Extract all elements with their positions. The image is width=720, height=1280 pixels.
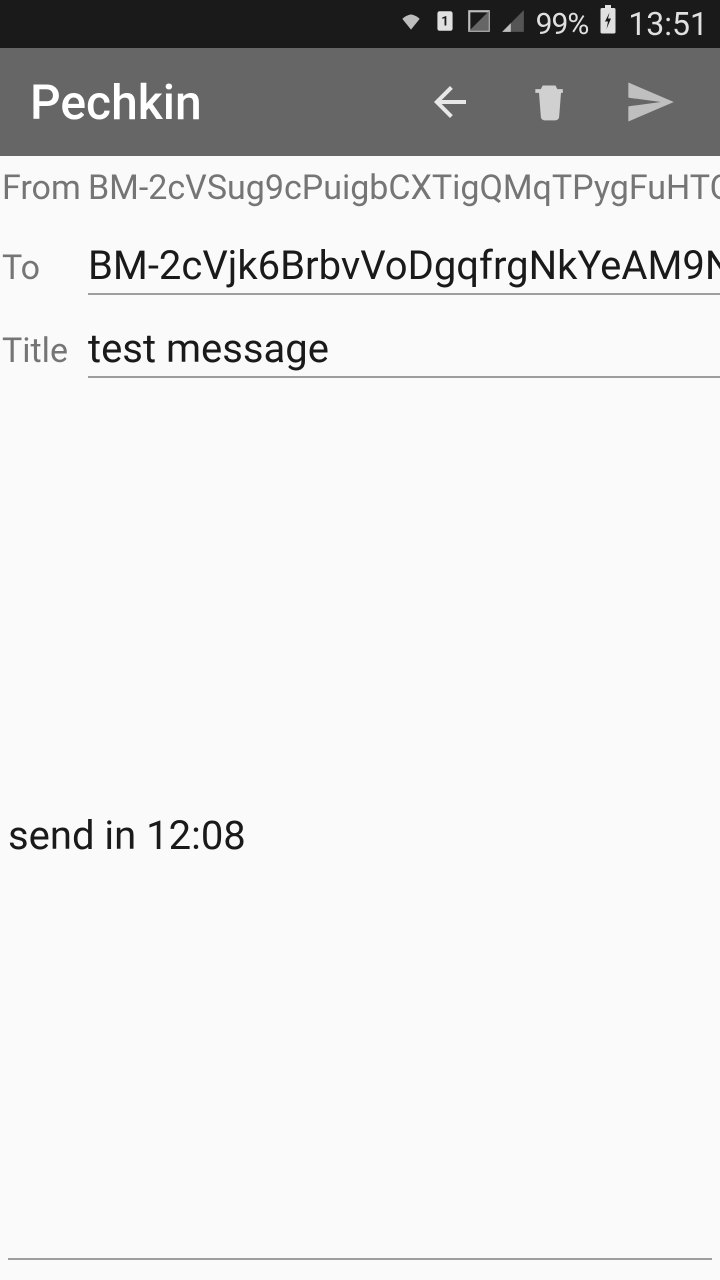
app-title: Pechkin bbox=[30, 74, 400, 131]
svg-text:1: 1 bbox=[441, 14, 448, 29]
sim-icon: 1 bbox=[432, 7, 458, 42]
title-row: Title test message bbox=[0, 309, 720, 392]
to-row: To BM-2cVjk6BrbvVoDgqfrgNkYeAM9N4sf bbox=[0, 226, 720, 309]
action-bar: Pechkin bbox=[0, 48, 720, 156]
status-clock: 13:51 bbox=[628, 5, 708, 43]
to-input[interactable]: BM-2cVjk6BrbvVoDgqfrgNkYeAM9N4sf bbox=[88, 236, 720, 295]
body-underline bbox=[8, 1258, 712, 1260]
battery-charging-icon bbox=[598, 5, 618, 43]
signal-box-icon bbox=[466, 7, 492, 42]
compose-form: From BM-2cVSug9cPuigbCXTigQMqTPygFuHTC8X… bbox=[0, 156, 720, 1280]
status-bar: 1 99% 13:51 bbox=[0, 0, 720, 48]
send-button[interactable] bbox=[600, 52, 700, 152]
body-area[interactable]: send in 12:08 bbox=[0, 392, 720, 1280]
signal-icon bbox=[500, 7, 526, 42]
to-label: To bbox=[0, 248, 88, 288]
wifi-icon bbox=[398, 7, 424, 42]
title-label: Title bbox=[0, 331, 88, 371]
title-input[interactable]: test message bbox=[88, 319, 720, 378]
body-text[interactable]: send in 12:08 bbox=[8, 392, 712, 859]
status-icons: 1 bbox=[398, 7, 526, 42]
delete-button[interactable] bbox=[500, 52, 600, 152]
battery-percentage: 99% bbox=[536, 7, 589, 42]
from-label: From bbox=[0, 168, 88, 208]
back-button[interactable] bbox=[400, 52, 500, 152]
from-value[interactable]: BM-2cVSug9cPuigbCXTigQMqTPygFuHTC8XUN bbox=[88, 168, 720, 208]
from-row: From BM-2cVSug9cPuigbCXTigQMqTPygFuHTC8X… bbox=[0, 156, 720, 226]
